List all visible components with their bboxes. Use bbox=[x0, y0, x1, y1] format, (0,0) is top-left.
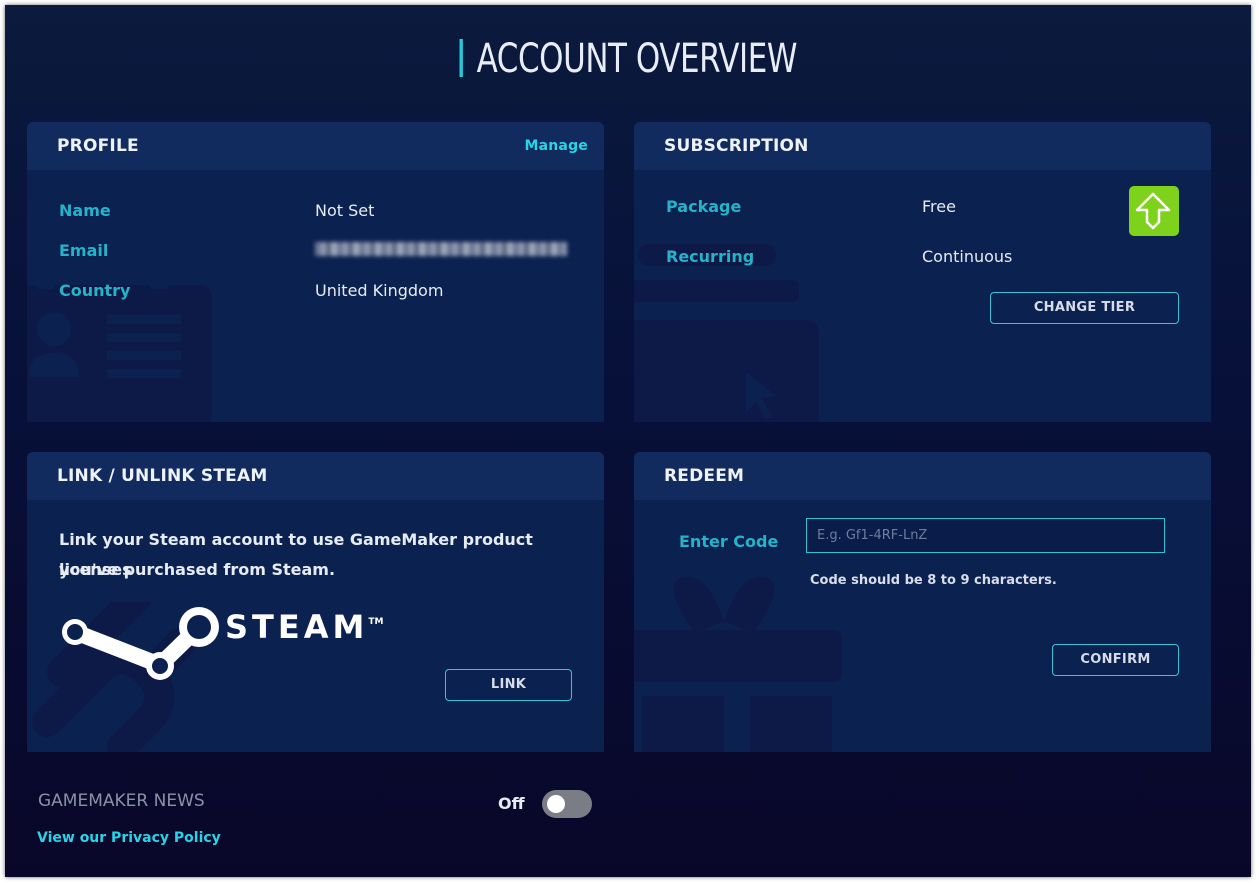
gift-box-icon bbox=[634, 576, 842, 752]
redeem-card-header: REDEEM bbox=[634, 452, 1211, 500]
redeem-code-input[interactable] bbox=[806, 518, 1165, 553]
name-label: Name bbox=[59, 201, 111, 220]
email-label: Email bbox=[59, 241, 109, 260]
subscription-card-header: SUBSCRIPTION bbox=[634, 122, 1211, 170]
profile-card: PROFILE Manage Name Not Set Email Countr… bbox=[27, 122, 604, 422]
steam-card: LINK / UNLINK STEAM Link your Steam acco… bbox=[27, 452, 604, 752]
steam-logo-text: STEAMTM bbox=[225, 608, 384, 646]
package-label: Package bbox=[666, 197, 742, 216]
email-value-redacted bbox=[315, 242, 567, 256]
subscription-card: SUBSCRIPTION Package Free Recurring Cont… bbox=[634, 122, 1211, 422]
news-toggle[interactable] bbox=[542, 790, 592, 818]
link-steam-button[interactable]: LINK bbox=[445, 669, 572, 701]
page-title: ACCOUNT OVERVIEW bbox=[459, 35, 797, 83]
arrow-up-icon bbox=[1135, 192, 1171, 230]
country-label: Country bbox=[59, 281, 131, 300]
title-accent-bar bbox=[459, 39, 463, 77]
account-overview-page: ACCOUNT OVERVIEW PROFILE Manage Name Not… bbox=[5, 5, 1251, 877]
page-title-text: ACCOUNT OVERVIEW bbox=[476, 36, 797, 82]
upgrade-arrow-icon[interactable] bbox=[1129, 186, 1179, 236]
toggle-knob bbox=[547, 795, 565, 813]
steam-card-header: LINK / UNLINK STEAM bbox=[27, 452, 604, 500]
news-toggle-state: Off bbox=[498, 794, 525, 813]
redeem-title: REDEEM bbox=[664, 466, 745, 486]
profile-card-header: PROFILE Manage bbox=[27, 122, 604, 170]
steam-logo-icon bbox=[62, 607, 219, 680]
change-tier-button[interactable]: CHANGE TIER bbox=[990, 292, 1179, 324]
code-hint-text: Code should be 8 to 9 characters. bbox=[810, 573, 1057, 588]
gamemaker-news-label: GAMEMAKER NEWS bbox=[38, 791, 205, 811]
steam-description-line2: you've purchased from Steam. bbox=[59, 560, 336, 579]
privacy-policy-link[interactable]: View our Privacy Policy bbox=[37, 830, 221, 846]
enter-code-label: Enter Code bbox=[679, 532, 779, 551]
manage-link[interactable]: Manage bbox=[524, 122, 588, 170]
steam-title: LINK / UNLINK STEAM bbox=[57, 466, 268, 486]
recurring-label: Recurring bbox=[666, 247, 755, 266]
country-value: United Kingdom bbox=[315, 281, 444, 300]
subscription-title: SUBSCRIPTION bbox=[664, 136, 809, 156]
package-value: Free bbox=[922, 197, 956, 216]
profile-title: PROFILE bbox=[57, 136, 139, 156]
recurring-value: Continuous bbox=[922, 247, 1013, 266]
redeem-card: REDEEM Enter Code Code should be 8 to 9 … bbox=[634, 452, 1211, 752]
confirm-button[interactable]: CONFIRM bbox=[1052, 644, 1179, 676]
name-value: Not Set bbox=[315, 201, 375, 220]
page-header: ACCOUNT OVERVIEW bbox=[5, 35, 1251, 83]
